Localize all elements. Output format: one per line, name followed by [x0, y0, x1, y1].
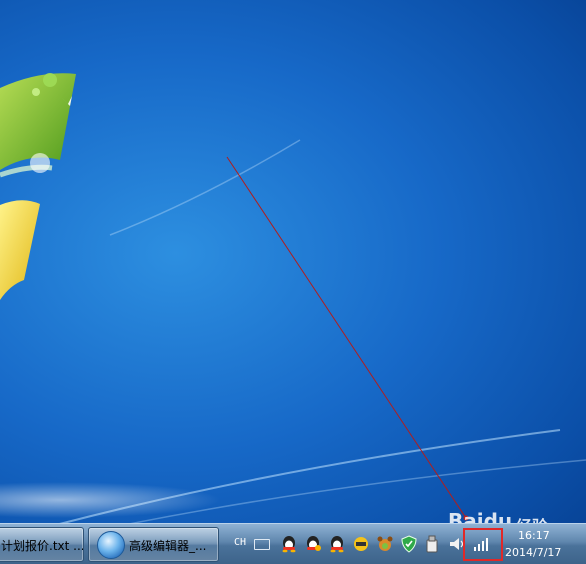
windows-logo — [0, 73, 586, 553]
shield-icon[interactable] — [400, 535, 418, 553]
pointer-arrow — [226, 156, 467, 519]
qq-icon[interactable] — [304, 535, 322, 553]
usb-icon[interactable] — [424, 535, 440, 553]
logo-yellow-pane — [0, 200, 40, 300]
taskbar-button-label: 高级编辑器_... — [129, 539, 207, 553]
clock-time[interactable]: 16:17 — [518, 529, 550, 542]
app-icon[interactable] — [352, 535, 370, 553]
keyboard-icon[interactable] — [254, 539, 270, 550]
qq-icon[interactable] — [280, 535, 298, 553]
highlight-box — [463, 528, 503, 561]
clock-date[interactable]: 2014/7/17 — [505, 546, 561, 559]
system-tray: CH 16:17 2014/7/17 — [226, 524, 586, 564]
language-indicator[interactable]: CH — [232, 535, 248, 551]
taskbar-button-notepad[interactable]: 计划报价.txt ... — [0, 527, 84, 562]
qq-icon[interactable] — [328, 535, 346, 553]
taskbar-button-label: 计划报价.txt ... — [1, 539, 84, 553]
desktop-background — [0, 0, 586, 563]
ie-globe-icon — [97, 531, 125, 559]
taskbar-button-editor[interactable]: 高级编辑器_... — [88, 527, 219, 562]
pet-icon[interactable] — [376, 535, 394, 553]
